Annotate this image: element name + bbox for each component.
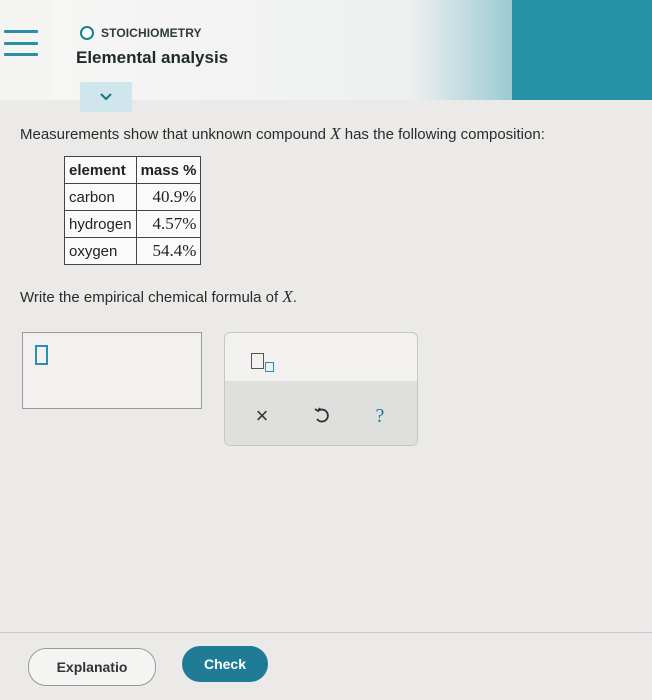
table-row: hydrogen 4.57% <box>64 210 202 238</box>
topic-label: STOICHIOMETRY <box>101 26 202 40</box>
check-button[interactable]: Check <box>182 646 268 682</box>
question-text-after: has the following composition: <box>340 126 545 143</box>
explanation-label: Explanatio <box>56 659 128 675</box>
element-cell: hydrogen <box>64 210 137 238</box>
undo-icon <box>314 407 329 423</box>
palette-actions: × ? <box>225 381 417 445</box>
element-cell: carbon <box>64 183 137 211</box>
input-cursor <box>35 345 48 365</box>
prompt-variable: X <box>282 287 293 306</box>
formula-palette: × ? <box>224 332 418 446</box>
explanation-button[interactable]: Explanatio <box>28 648 156 686</box>
expand-button[interactable] <box>80 82 132 112</box>
prompt-text-after: . <box>292 289 297 306</box>
close-icon: × <box>255 403 269 428</box>
clear-button[interactable]: × <box>249 403 275 429</box>
menu-icon[interactable] <box>4 30 38 56</box>
table-row: oxygen 54.4% <box>64 237 202 265</box>
topic-row: STOICHIOMETRY <box>80 26 202 40</box>
answer-input[interactable] <box>22 332 202 409</box>
prompt-text-before: Write the empirical chemical formula of <box>20 289 283 306</box>
question-text: Measurements show that unknown compound … <box>20 124 545 144</box>
composition-table: element mass % carbon 40.9% hydrogen 4.5… <box>64 156 202 265</box>
header-accent <box>512 0 652 100</box>
mass-cell: 4.57% <box>135 210 202 238</box>
question-text-before: Measurements show that unknown compound <box>20 126 331 143</box>
question-variable: X <box>330 124 341 143</box>
subscript-icon[interactable] <box>251 353 274 373</box>
help-icon: ? <box>375 404 385 427</box>
column-header: element <box>64 156 137 184</box>
table-header-row: element mass % <box>64 156 202 184</box>
help-button[interactable]: ? <box>367 403 393 429</box>
check-label: Check <box>203 656 247 672</box>
undo-button[interactable] <box>309 403 335 429</box>
column-header: mass % <box>135 156 202 184</box>
chevron-down-icon <box>100 93 112 101</box>
mass-cell: 54.4% <box>135 237 202 265</box>
progress-circle-icon <box>80 26 94 40</box>
element-cell: oxygen <box>64 237 137 265</box>
prompt-text: Write the empirical chemical formula of … <box>20 287 297 307</box>
page-title: Elemental analysis <box>76 48 229 67</box>
footer-divider <box>0 632 652 633</box>
mass-cell: 40.9% <box>135 183 202 211</box>
table-row: carbon 40.9% <box>64 183 202 211</box>
